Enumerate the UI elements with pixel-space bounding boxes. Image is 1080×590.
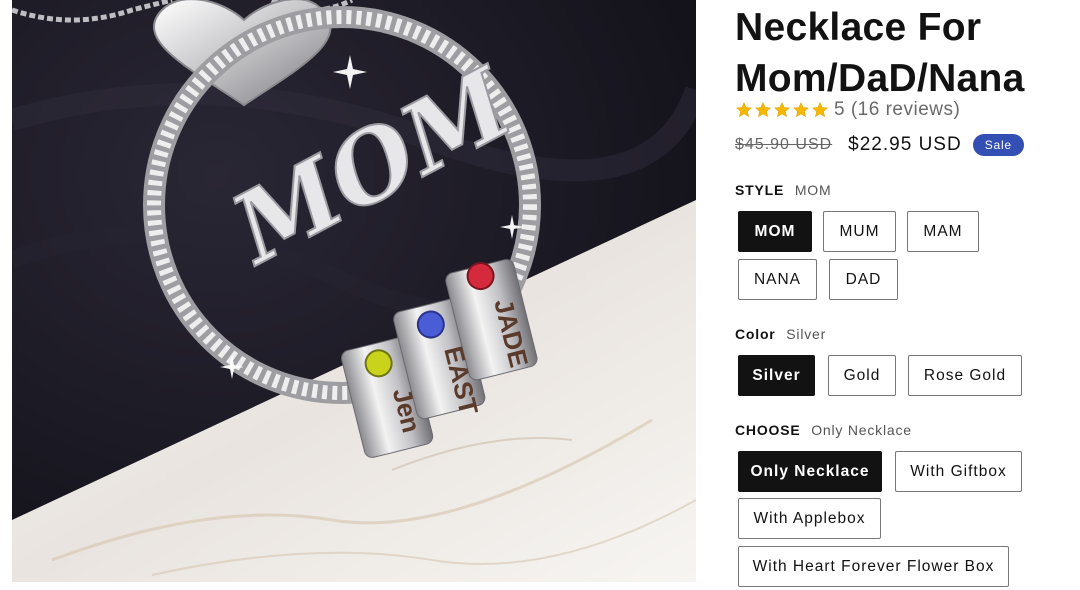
product-info: Necklace For Mom/DaD/Nana 5 (16 reviews)… <box>735 0 1080 590</box>
star-icon <box>754 101 772 118</box>
choose-option-label: CHOOSE Only Necklace <box>735 422 912 438</box>
style-option-label: STYLE MOM <box>735 182 831 198</box>
choose-option-with-heart-forever-flower-box[interactable]: With Heart Forever Flower Box <box>738 546 1009 587</box>
product-title: Necklace For Mom/DaD/Nana <box>735 6 1025 100</box>
style-option-dad[interactable]: DAD <box>829 259 898 300</box>
star-icon <box>773 101 791 118</box>
color-option-gold[interactable]: Gold <box>828 355 896 396</box>
choose-selected-value: Only Necklace <box>811 422 912 438</box>
regular-price: $45.90 USD <box>735 136 833 153</box>
rating-text: 5 (16 reviews) <box>834 99 961 120</box>
style-option-mum[interactable]: MUM <box>823 211 896 252</box>
style-option-mom[interactable]: MOM <box>738 211 812 252</box>
necklace-photo: MOM Jen EAST JADE <box>12 0 696 582</box>
color-label: Color <box>735 326 776 342</box>
price-row: $45.90 USD $22.95 USD Sale <box>735 134 1024 156</box>
star-icon <box>792 101 810 118</box>
rating-stars <box>735 101 829 119</box>
star-icon <box>735 101 753 118</box>
sale-price: $22.95 USD <box>848 134 962 155</box>
style-option-mam[interactable]: MAM <box>907 211 979 252</box>
color-option-rose-gold[interactable]: Rose Gold <box>908 355 1022 396</box>
product-image[interactable]: MOM Jen EAST JADE <box>12 0 696 582</box>
star-icon <box>811 101 829 118</box>
choose-option-with-giftbox[interactable]: With Giftbox <box>895 451 1022 492</box>
sale-badge: Sale <box>972 134 1024 156</box>
choose-label: CHOOSE <box>735 422 801 438</box>
style-option-nana[interactable]: NANA <box>738 259 817 300</box>
color-option-label: Color Silver <box>735 326 826 342</box>
color-option-silver[interactable]: Silver <box>738 355 815 396</box>
choose-option-with-applebox[interactable]: With Applebox <box>738 498 881 539</box>
color-selected-value: Silver <box>786 326 827 342</box>
style-label: STYLE <box>735 182 785 198</box>
product-rating[interactable]: 5 (16 reviews) <box>735 99 960 121</box>
choose-option-only-necklace[interactable]: Only Necklace <box>738 451 882 492</box>
style-selected-value: MOM <box>794 182 832 198</box>
